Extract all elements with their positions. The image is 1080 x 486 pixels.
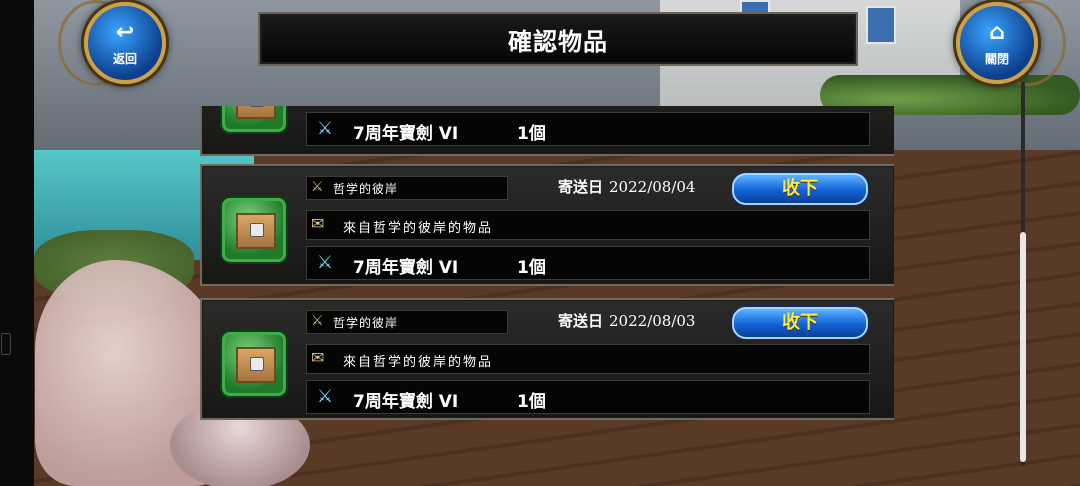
sender-name: 哲学的彼岸 (333, 316, 399, 330)
page-title: 確認物品 (508, 28, 608, 56)
accept-button[interactable]: 收下 (732, 307, 868, 339)
reward-name: 7周年寶劍 VI (353, 258, 459, 278)
background-window (866, 6, 896, 44)
close-button[interactable]: ⌂ 關閉 (956, 2, 1038, 84)
system-handle-icon (1, 333, 11, 355)
back-button[interactable]: ↩ 返回 (84, 2, 166, 84)
message-text: 來自哲学的彼岸的物品 (343, 221, 494, 236)
scrollbar-thumb[interactable] (1020, 232, 1026, 462)
gift-box-icon (222, 198, 286, 262)
accept-button-label: 收下 (782, 178, 818, 199)
gift-box-icon (222, 106, 286, 132)
sword-icon: ⚔ (316, 252, 334, 273)
scroll-icon: ✉ (311, 348, 325, 367)
back-arrow-icon: ↩ (115, 20, 135, 45)
scroll-icon: ✉ (311, 214, 325, 233)
accept-button-label: 收下 (782, 312, 818, 333)
reward-name: 7周年寶劍 VI (353, 392, 459, 412)
mail-row: ⚔ 哲学的彼岸 寄送日 2022/08/04 收下 ✉ 來自哲学的彼岸的物品 ⚔ … (200, 164, 894, 286)
send-date-value: 2022/08/04 (609, 178, 696, 196)
sword-icon: ⚔ (316, 118, 334, 139)
mail-row: ⚔ 哲学的彼岸 寄送日 2022/08/03 收下 ✉ 來自哲学的彼岸的物品 ⚔ … (200, 298, 894, 420)
back-button-label: 返回 (112, 52, 137, 66)
message-text: 來自哲学的彼岸的物品 (343, 355, 494, 370)
sender-name: 哲学的彼岸 (333, 182, 399, 196)
send-date: 寄送日 2022/08/04 (558, 176, 695, 197)
sender-box: ⚔ 哲学的彼岸 (306, 310, 508, 334)
send-date-label: 寄送日 (558, 312, 604, 330)
home-icon: ⌂ (989, 20, 1005, 45)
left-system-bar (0, 0, 34, 486)
reward-quantity: 1個 (517, 392, 546, 412)
reward-quantity: 1個 (517, 124, 546, 144)
sword-crossed-icon: ⚔ (311, 179, 324, 195)
send-date: 寄送日 2022/08/03 (558, 310, 695, 331)
reward-name: 7周年寶劍 VI (353, 124, 459, 144)
title-bar: 確認物品 (258, 12, 858, 66)
accept-button[interactable]: 收下 (732, 173, 868, 205)
mail-row: ⚔ 7周年寶劍 VI 1個 (200, 106, 894, 156)
close-button-label: 關閉 (984, 52, 1009, 66)
send-date-value: 2022/08/03 (609, 312, 696, 330)
gift-box-icon (222, 332, 286, 396)
reward-box: ⚔ 7周年寶劍 VI 1個 (306, 246, 870, 280)
sender-box: ⚔ 哲学的彼岸 (306, 176, 508, 200)
message-box: ✉ 來自哲学的彼岸的物品 (306, 210, 870, 240)
reward-box: ⚔ 7周年寶劍 VI 1個 (306, 380, 870, 414)
message-box: ✉ 來自哲学的彼岸的物品 (306, 344, 870, 374)
sword-crossed-icon: ⚔ (311, 313, 324, 329)
sword-icon: ⚔ (316, 386, 334, 407)
send-date-label: 寄送日 (558, 178, 604, 196)
reward-quantity: 1個 (517, 258, 546, 278)
scrollbar[interactable] (1018, 82, 1028, 466)
mail-list[interactable]: ⚔ 7周年寶劍 VI 1個 ⚔ 哲学的彼岸 寄送日 2022/08/04 收下 ✉… (200, 106, 894, 486)
reward-box: ⚔ 7周年寶劍 VI 1個 (306, 112, 870, 146)
